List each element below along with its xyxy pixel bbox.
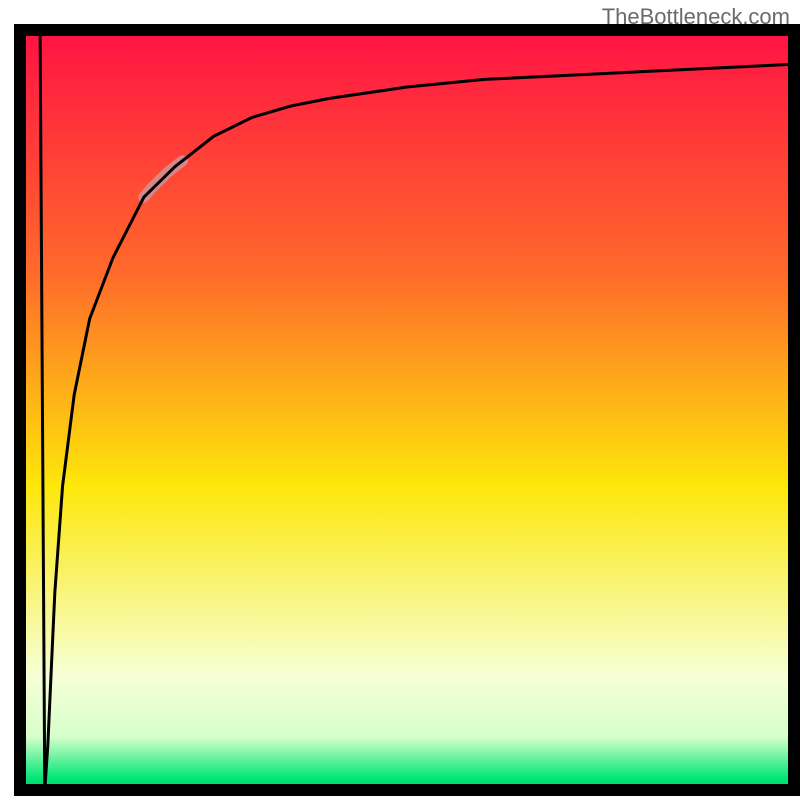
- bottleneck-chart: [0, 0, 800, 800]
- chart-container: TheBottleneck.com: [0, 0, 800, 800]
- plot-background-gradient: [20, 30, 794, 790]
